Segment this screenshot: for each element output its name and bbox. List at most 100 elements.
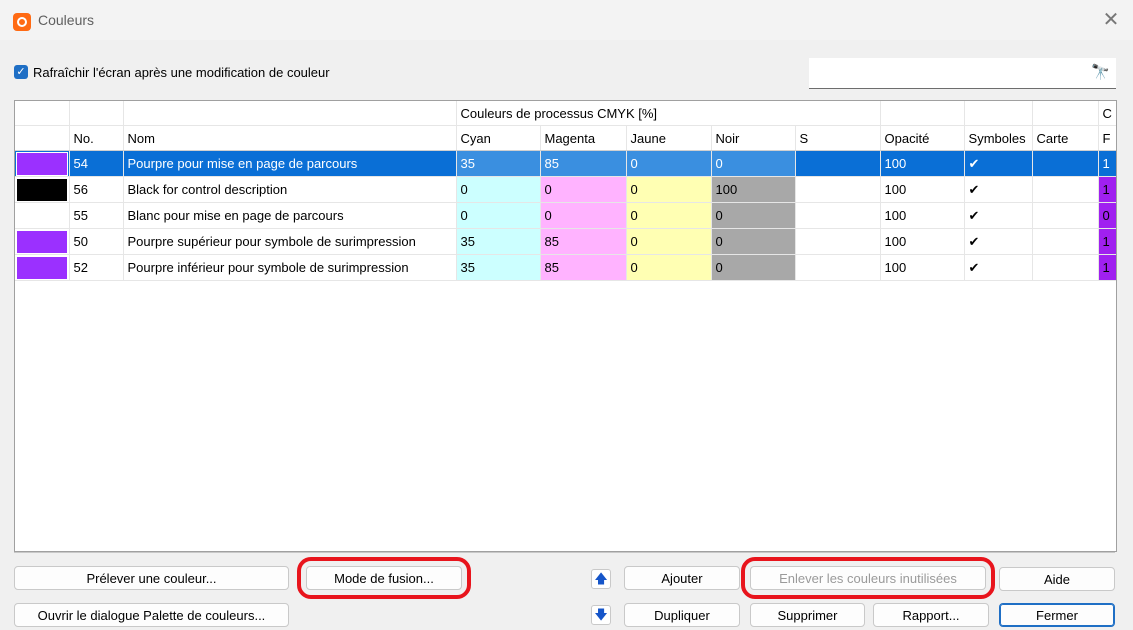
move-up-arrow-icon[interactable]: 🡅 xyxy=(591,569,611,589)
cell-s[interactable] xyxy=(795,150,881,177)
cell-no[interactable]: 50 xyxy=(69,228,124,255)
cell-s[interactable] xyxy=(795,254,881,281)
table-row[interactable]: 55 Blanc pour mise en page de parcours 0… xyxy=(15,202,1116,229)
table-row[interactable]: 56 Black for control description 0 0 0 1… xyxy=(15,176,1116,203)
duplicate-button[interactable]: Dupliquer xyxy=(624,603,740,627)
cell-cyan[interactable]: 0 xyxy=(456,202,541,229)
cell-nom[interactable]: Pourpre supérieur pour symbole de surimp… xyxy=(123,228,457,255)
cell-s[interactable] xyxy=(795,228,881,255)
table-row[interactable]: 54 Pourpre pour mise en page de parcours… xyxy=(15,150,1116,177)
col-header-magenta[interactable]: Magenta xyxy=(540,125,627,151)
cell-noir[interactable]: 0 xyxy=(711,202,796,229)
open-palette-button[interactable]: Ouvrir le dialogue Palette de couleurs..… xyxy=(14,603,289,627)
cell-cyan[interactable]: 0 xyxy=(456,176,541,203)
cell-jaune[interactable]: 0 xyxy=(626,176,712,203)
col-header-noir[interactable]: Noir xyxy=(711,125,796,151)
help-button[interactable]: Aide xyxy=(999,567,1115,591)
binoculars-icon[interactable]: 🔭 xyxy=(1091,63,1110,81)
cell-symboles[interactable]: ✔ xyxy=(964,254,1033,281)
cell-nom[interactable]: Pourpre pour mise en page de parcours xyxy=(123,150,457,177)
refresh-option[interactable]: ✓ Rafraîchir l'écran après une modificat… xyxy=(14,63,330,81)
cell-no[interactable]: 52 xyxy=(69,254,124,281)
cell-jaune[interactable]: 0 xyxy=(626,202,712,229)
cell-symboles[interactable]: ✔ xyxy=(964,228,1033,255)
report-button[interactable]: Rapport... xyxy=(873,603,989,627)
cell-carte[interactable] xyxy=(1032,228,1099,255)
window-title: Couleurs xyxy=(38,12,95,28)
col-header-nom[interactable]: Nom xyxy=(123,125,457,151)
col-header-no[interactable]: No. xyxy=(69,125,124,151)
cell-carte[interactable] xyxy=(1032,150,1099,177)
pick-color-button[interactable]: Prélever une couleur... xyxy=(14,566,289,590)
cell-opacite[interactable]: 100 xyxy=(880,150,965,177)
cell-carte[interactable] xyxy=(1032,202,1099,229)
cell-f[interactable]: 1 xyxy=(1098,228,1116,255)
cell-opacite[interactable]: 100 xyxy=(880,254,965,281)
search-input[interactable]: 🔭 xyxy=(809,58,1116,89)
cell-nom[interactable]: Blanc pour mise en page de parcours xyxy=(123,202,457,229)
cell-no[interactable]: 56 xyxy=(69,176,124,203)
header-row: No. Nom Cyan Magenta Jaune Noir S Opacit… xyxy=(15,125,1116,151)
cell-s[interactable] xyxy=(795,176,881,203)
cell-jaune[interactable]: 0 xyxy=(626,228,712,255)
cell-magenta[interactable]: 0 xyxy=(540,202,627,229)
col-header-s[interactable]: S xyxy=(795,125,881,151)
col-header-symboles[interactable]: Symboles xyxy=(964,125,1033,151)
cell-symboles[interactable]: ✔ xyxy=(964,150,1033,177)
cell-f[interactable]: 1 xyxy=(1098,150,1116,177)
close-window-button[interactable]: ✕ xyxy=(1099,8,1123,32)
blend-mode-highlight xyxy=(297,557,471,599)
cell-magenta[interactable]: 85 xyxy=(540,254,627,281)
close-button[interactable]: Fermer xyxy=(999,603,1115,627)
cell-cyan[interactable]: 35 xyxy=(456,228,541,255)
table-row[interactable]: 52 Pourpre inférieur pour symbole de sur… xyxy=(15,254,1116,281)
cell-s[interactable] xyxy=(795,202,881,229)
delete-button[interactable]: Supprimer xyxy=(750,603,865,627)
col-header-carte[interactable]: Carte xyxy=(1032,125,1099,151)
cell-symboles[interactable]: ✔ xyxy=(964,176,1033,203)
table-row[interactable]: 50 Pourpre supérieur pour symbole de sur… xyxy=(15,228,1116,255)
cell-noir[interactable]: 0 xyxy=(711,228,796,255)
cell-opacite[interactable]: 100 xyxy=(880,202,965,229)
color-swatch[interactable] xyxy=(15,202,70,229)
cell-cyan[interactable]: 35 xyxy=(456,150,541,177)
cmyk-group-header: Couleurs de processus CMYK [%] xyxy=(456,101,881,126)
cell-opacite[interactable]: 100 xyxy=(880,228,965,255)
refresh-checkbox[interactable]: ✓ xyxy=(14,65,28,79)
divider xyxy=(14,552,1115,553)
cell-f[interactable]: 0 xyxy=(1098,202,1116,229)
cell-magenta[interactable]: 85 xyxy=(540,228,627,255)
color-swatch[interactable] xyxy=(15,150,70,177)
add-button[interactable]: Ajouter xyxy=(624,566,740,590)
cell-symboles[interactable]: ✔ xyxy=(964,202,1033,229)
cut-group-header: C xyxy=(1098,101,1116,126)
cell-carte[interactable] xyxy=(1032,254,1099,281)
color-grid: Couleurs de processus CMYK [%] C No. Nom… xyxy=(15,101,1116,281)
cell-noir[interactable]: 0 xyxy=(711,254,796,281)
cell-nom[interactable]: Pourpre inférieur pour symbole de surimp… xyxy=(123,254,457,281)
cell-carte[interactable] xyxy=(1032,176,1099,203)
color-swatch[interactable] xyxy=(15,176,70,203)
color-swatch[interactable] xyxy=(15,254,70,281)
col-header-f[interactable]: F xyxy=(1098,125,1116,151)
cell-cyan[interactable]: 35 xyxy=(456,254,541,281)
cell-magenta[interactable]: 85 xyxy=(540,150,627,177)
col-header-jaune[interactable]: Jaune xyxy=(626,125,712,151)
title-bar: Couleurs ✕ xyxy=(0,0,1133,40)
cell-noir[interactable]: 0 xyxy=(711,150,796,177)
cell-f[interactable]: 1 xyxy=(1098,254,1116,281)
cell-jaune[interactable]: 0 xyxy=(626,254,712,281)
cell-opacite[interactable]: 100 xyxy=(880,176,965,203)
cell-no[interactable]: 54 xyxy=(69,150,124,177)
col-header-cyan[interactable]: Cyan xyxy=(456,125,541,151)
color-table[interactable]: Couleurs de processus CMYK [%] C No. Nom… xyxy=(14,100,1117,552)
col-header-opacite[interactable]: Opacité xyxy=(880,125,965,151)
cell-no[interactable]: 55 xyxy=(69,202,124,229)
cell-nom[interactable]: Black for control description xyxy=(123,176,457,203)
cell-jaune[interactable]: 0 xyxy=(626,150,712,177)
color-swatch[interactable] xyxy=(15,228,70,255)
cell-noir[interactable]: 100 xyxy=(711,176,796,203)
move-down-arrow-icon[interactable]: 🡇 xyxy=(591,605,611,625)
cell-f[interactable]: 1 xyxy=(1098,176,1116,203)
cell-magenta[interactable]: 0 xyxy=(540,176,627,203)
